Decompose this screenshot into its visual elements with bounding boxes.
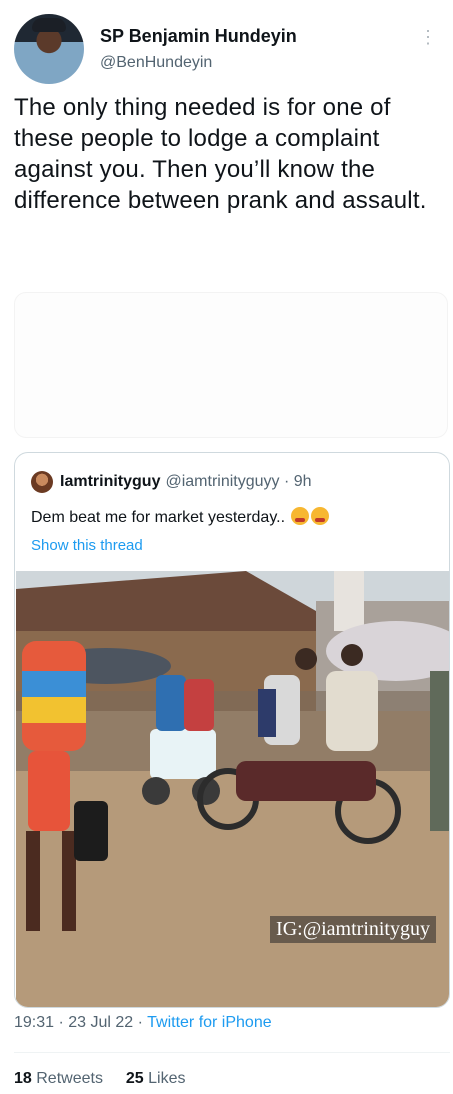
quoted-avatar[interactable] xyxy=(31,471,53,493)
tweet-header: SP Benjamin Hundeyin @BenHundeyin ⋮ xyxy=(14,14,439,86)
divider xyxy=(14,1052,450,1053)
quoted-tweet-text: Dem beat me for market yesterday.. xyxy=(31,507,330,527)
author-name[interactable]: SP Benjamin Hundeyin xyxy=(100,26,297,47)
retweets-count[interactable]: 18 xyxy=(14,1070,32,1087)
tweet-timestamp[interactable]: 19:31 · 23 Jul 22 · xyxy=(14,1014,147,1031)
image-watermark: IG:@iamtrinityguy xyxy=(270,916,436,943)
blank-card xyxy=(14,292,448,438)
likes-label[interactable]: Likes xyxy=(148,1070,185,1087)
likes-count[interactable]: 25 xyxy=(126,1070,144,1087)
show-thread-link[interactable]: Show this thread xyxy=(31,537,143,554)
tweet-text: The only thing needed is for one of thes… xyxy=(14,94,427,214)
quoted-tweet-body: Dem beat me for market yesterday.. xyxy=(31,509,286,526)
more-vertical-icon[interactable]: ⋮ xyxy=(419,28,437,46)
quoted-author-handle-time: @iamtrinityguyy · 9h xyxy=(165,473,312,490)
quoted-author-name[interactable]: Iamtrinityguy xyxy=(60,473,160,491)
angry-face-emoji-icon xyxy=(291,507,310,525)
quoted-tweet-header: Iamtrinityguy @iamtrinityguyy · 9h xyxy=(31,469,312,495)
retweets-label[interactable]: Retweets xyxy=(36,1070,103,1087)
tweet-meta: 19:31 · 23 Jul 22 · Twitter for iPhone xyxy=(14,1014,272,1032)
author-handle[interactable]: @BenHundeyin xyxy=(100,54,212,72)
tweet-source-link[interactable]: Twitter for iPhone xyxy=(147,1014,272,1031)
avatar[interactable] xyxy=(14,14,84,84)
angry-face-emoji-icon xyxy=(311,507,330,525)
quoted-tweet-image[interactable]: IG:@iamtrinityguy xyxy=(16,571,449,1007)
quoted-tweet[interactable]: Iamtrinityguy @iamtrinityguyy · 9h Dem b… xyxy=(14,452,450,1008)
tweet-stats: 18 Retweets 25 Likes xyxy=(14,1070,185,1088)
